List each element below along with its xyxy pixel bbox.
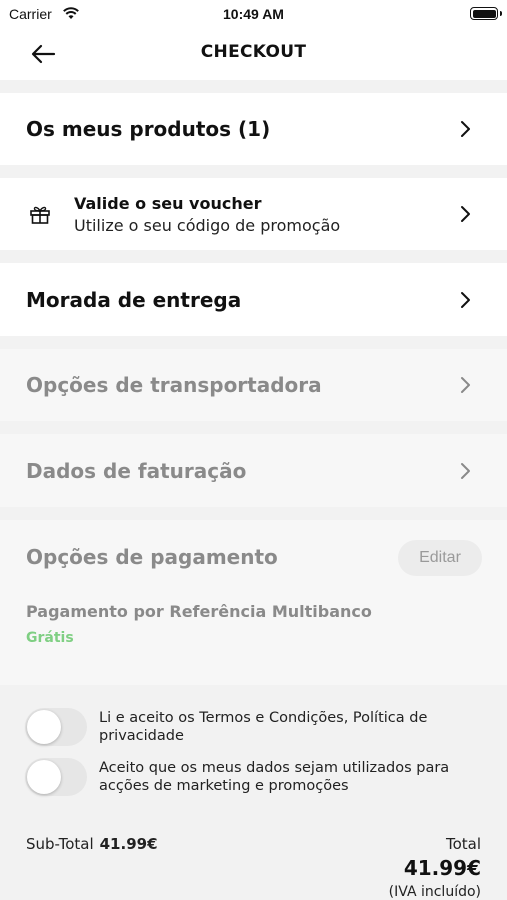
checkout-summary: Li e aceito os Termos e Condições, Polít…	[0, 685, 507, 900]
delivery-title: Morada de entrega	[26, 288, 242, 312]
delivery-address-row[interactable]: Morada de entrega	[0, 263, 507, 336]
marketing-toggle[interactable]	[25, 758, 87, 796]
marketing-label: Aceito que os meus dados sejam utilizado…	[99, 760, 450, 794]
edit-payment-button[interactable]: Editar	[398, 540, 482, 576]
payment-price: Grátis	[26, 630, 74, 646]
terms-label: Li e aceito os Termos e Condições, Polít…	[99, 710, 428, 744]
carrier-options-row[interactable]: Opções de transportadora	[0, 349, 507, 421]
subtotal-label: Sub-Total	[26, 835, 94, 853]
terms-toggle[interactable]	[25, 708, 87, 746]
payment-title: Opções de pagamento	[26, 545, 278, 569]
subtotal: Sub-Total 41.99€	[26, 835, 158, 853]
carrier-options-title: Opções de transportadora	[26, 373, 322, 397]
chevron-right-icon	[461, 292, 470, 308]
status-time: 10:49 AM	[223, 6, 284, 22]
total-value: 41.99€	[403, 856, 481, 880]
toggle-knob	[27, 760, 61, 794]
status-bar: Carrier 10:49 AM	[0, 0, 507, 28]
billing-row[interactable]: Dados de faturação	[0, 434, 507, 507]
voucher-subtitle: Utilize o seu código de promoção	[74, 216, 341, 235]
payment-section: Opções de pagamento Editar Pagamento por…	[0, 520, 507, 685]
payment-method: Pagamento por Referência Multibanco	[26, 602, 372, 621]
voucher-row[interactable]: Valide o seu voucher Utilize o seu códig…	[0, 178, 507, 250]
back-button[interactable]	[28, 40, 60, 68]
toggle-knob	[27, 710, 61, 744]
chevron-right-icon	[461, 121, 470, 137]
page-title: CHECKOUT	[200, 42, 307, 62]
billing-title: Dados de faturação	[26, 459, 247, 483]
subtotal-value: 41.99€	[99, 835, 158, 853]
back-arrow-icon	[31, 44, 56, 64]
nav-bar: CHECKOUT	[0, 28, 507, 80]
vat-note: (IVA incluído)	[388, 884, 481, 900]
voucher-title: Valide o seu voucher	[74, 194, 262, 213]
gift-icon	[30, 206, 50, 224]
products-row[interactable]: Os meus produtos (1)	[0, 93, 507, 165]
battery-icon	[470, 7, 502, 20]
total-label: Total	[445, 835, 481, 853]
products-title: Os meus produtos (1)	[26, 117, 271, 141]
chevron-right-icon	[461, 463, 470, 479]
chevron-right-icon	[461, 206, 470, 222]
chevron-right-icon	[461, 377, 470, 393]
